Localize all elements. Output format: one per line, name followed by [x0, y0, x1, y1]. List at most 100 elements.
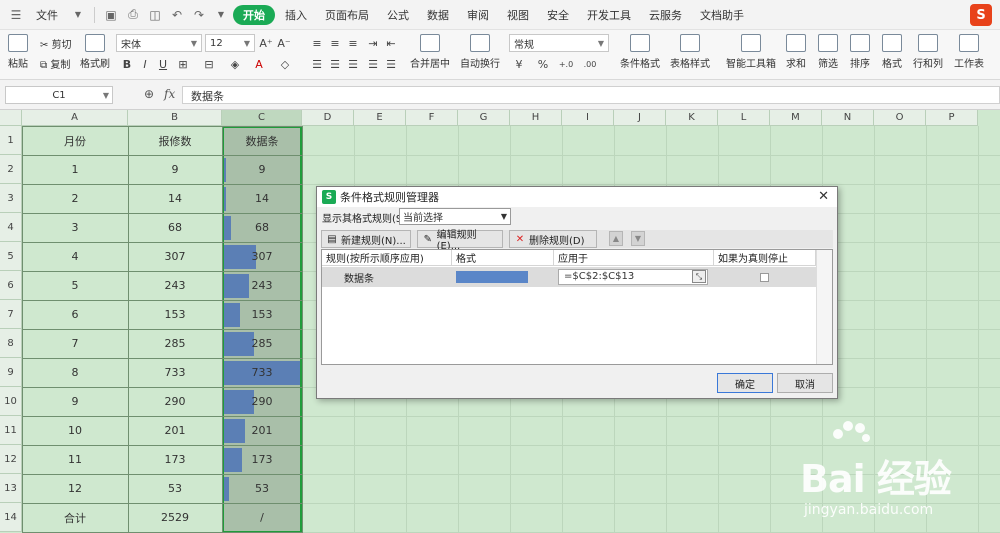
chevron-down-icon[interactable]: ▼	[70, 7, 86, 23]
rule-row[interactable]: 数据条 =$C$2:$C$13 ⤡	[322, 267, 816, 287]
tab-review[interactable]: 审阅	[459, 4, 497, 26]
month-cell[interactable]: 5	[22, 271, 128, 300]
column-header-o[interactable]: O	[874, 110, 926, 126]
count-cell[interactable]: 243	[128, 271, 222, 300]
currency-icon[interactable]: ¥	[512, 57, 526, 71]
tab-view[interactable]: 视图	[499, 4, 537, 26]
databar-cell[interactable]: 290	[222, 387, 302, 416]
count-cell[interactable]: 307	[128, 242, 222, 271]
column-header-g[interactable]: G	[458, 110, 510, 126]
align-right-icon[interactable]: ☰	[346, 57, 360, 71]
row-header-11[interactable]: 11	[0, 416, 22, 445]
row-header-12[interactable]: 12	[0, 445, 22, 474]
merge-style-icon[interactable]: ⊟	[202, 57, 216, 71]
fill-color-icon[interactable]: ◈	[228, 57, 242, 71]
month-cell[interactable]: 2	[22, 184, 128, 213]
column-header-l[interactable]: L	[718, 110, 770, 126]
show-rules-select[interactable]: 当前选择 ▼	[399, 208, 511, 225]
column-header-d[interactable]: D	[302, 110, 354, 126]
tab-home[interactable]: 开始	[233, 4, 275, 25]
smart-tools-button[interactable]: 智能工具箱	[726, 34, 776, 70]
border-icon[interactable]: ⊞	[176, 57, 190, 71]
font-size-select[interactable]: 12 ▼	[205, 34, 255, 52]
align-left-icon[interactable]: ☰	[310, 57, 324, 71]
count-cell[interactable]: 53	[128, 474, 222, 503]
fx-icon[interactable]: fx	[164, 87, 175, 101]
font-shrink-icon[interactable]: A⁻	[277, 36, 291, 50]
month-cell[interactable]: 6	[22, 300, 128, 329]
column-header-m[interactable]: M	[770, 110, 822, 126]
worksheet-button[interactable]: 工作表	[954, 34, 984, 70]
column-header-n[interactable]: N	[822, 110, 874, 126]
databar-cell[interactable]: 68	[222, 213, 302, 242]
redo-icon[interactable]: ↷	[191, 7, 207, 23]
month-cell[interactable]: 4	[22, 242, 128, 271]
count-cell[interactable]: 290	[128, 387, 222, 416]
row-header-2[interactable]: 2	[0, 155, 22, 184]
underline-button[interactable]: U	[156, 57, 170, 71]
column-header-k[interactable]: K	[666, 110, 718, 126]
count-cell[interactable]: 153	[128, 300, 222, 329]
filter-button[interactable]: 筛选	[818, 34, 838, 70]
tab-security[interactable]: 安全	[539, 4, 577, 26]
file-menu[interactable]: 文件	[28, 4, 66, 26]
hamburger-icon[interactable]: ☰	[8, 7, 24, 23]
databar-cell[interactable]: 14	[222, 184, 302, 213]
rule-applies-input[interactable]: =$C$2:$C$13	[558, 269, 708, 285]
total-bar-cell[interactable]: /	[222, 503, 302, 532]
italic-button[interactable]: I	[138, 57, 152, 71]
delete-rule-button[interactable]: ✕ 删除规则(D)	[509, 230, 597, 248]
row-header-5[interactable]: 5	[0, 242, 22, 271]
eraser-icon[interactable]: ◇	[278, 57, 292, 71]
justify-icon[interactable]: ☰	[366, 57, 380, 71]
column-header-p[interactable]: P	[926, 110, 978, 126]
count-cell[interactable]: 68	[128, 213, 222, 242]
format-painter-button[interactable]: 格式刷	[80, 34, 110, 70]
month-cell[interactable]: 10	[22, 416, 128, 445]
percent-button[interactable]: %	[536, 57, 550, 71]
month-cell[interactable]: 7	[22, 329, 128, 358]
header-cell[interactable]: 数据条	[222, 126, 302, 155]
tab-doc-assistant[interactable]: 文档助手	[692, 4, 752, 26]
column-header-c[interactable]: C	[222, 110, 302, 126]
databar-cell[interactable]: 201	[222, 416, 302, 445]
undo-icon[interactable]: ↶	[169, 7, 185, 23]
print-icon[interactable]: ⎙	[125, 7, 141, 23]
databar-cell[interactable]: 285	[222, 329, 302, 358]
align-middle-icon[interactable]: ≡	[328, 36, 342, 50]
header-cell[interactable]: 报修数	[128, 126, 222, 155]
wrap-text-button[interactable]: 自动换行	[460, 34, 500, 70]
count-cell[interactable]: 173	[128, 445, 222, 474]
tab-page-layout[interactable]: 页面布局	[317, 4, 377, 26]
save-icon[interactable]: ▣	[103, 7, 119, 23]
tab-developer[interactable]: 开发工具	[579, 4, 639, 26]
conditional-format-button[interactable]: 条件格式	[620, 34, 660, 70]
font-name-select[interactable]: 宋体 ▼	[116, 34, 202, 52]
databar-cell[interactable]: 153	[222, 300, 302, 329]
count-cell[interactable]: 201	[128, 416, 222, 445]
row-header-9[interactable]: 9	[0, 358, 22, 387]
total-label-cell[interactable]: 合计	[22, 503, 128, 532]
bold-button[interactable]: B	[120, 57, 134, 71]
tab-insert[interactable]: 插入	[277, 4, 315, 26]
zoom-icon[interactable]: ⊕	[144, 87, 154, 101]
row-header-13[interactable]: 13	[0, 474, 22, 503]
total-count-cell[interactable]: 2529	[128, 503, 222, 532]
paste-button[interactable]: 粘贴	[8, 34, 28, 70]
header-cell[interactable]: 月份	[22, 126, 128, 155]
font-color-button[interactable]: A	[252, 57, 266, 71]
row-header-6[interactable]: 6	[0, 271, 22, 300]
number-format-select[interactable]: 常规 ▼	[509, 34, 609, 52]
close-icon[interactable]: ✕	[818, 189, 829, 204]
count-cell[interactable]: 14	[128, 184, 222, 213]
databar-cell[interactable]: 733	[222, 358, 302, 387]
column-header-h[interactable]: H	[510, 110, 562, 126]
month-cell[interactable]: 12	[22, 474, 128, 503]
chevron-down-icon[interactable]: ▼	[213, 7, 229, 23]
move-down-icon[interactable]: ▼	[631, 231, 645, 246]
row-header-7[interactable]: 7	[0, 300, 22, 329]
databar-cell[interactable]: 9	[222, 155, 302, 184]
print-preview-icon[interactable]: ◫	[147, 7, 163, 23]
tab-data[interactable]: 数据	[419, 4, 457, 26]
outdent-icon[interactable]: ⇤	[384, 36, 398, 50]
